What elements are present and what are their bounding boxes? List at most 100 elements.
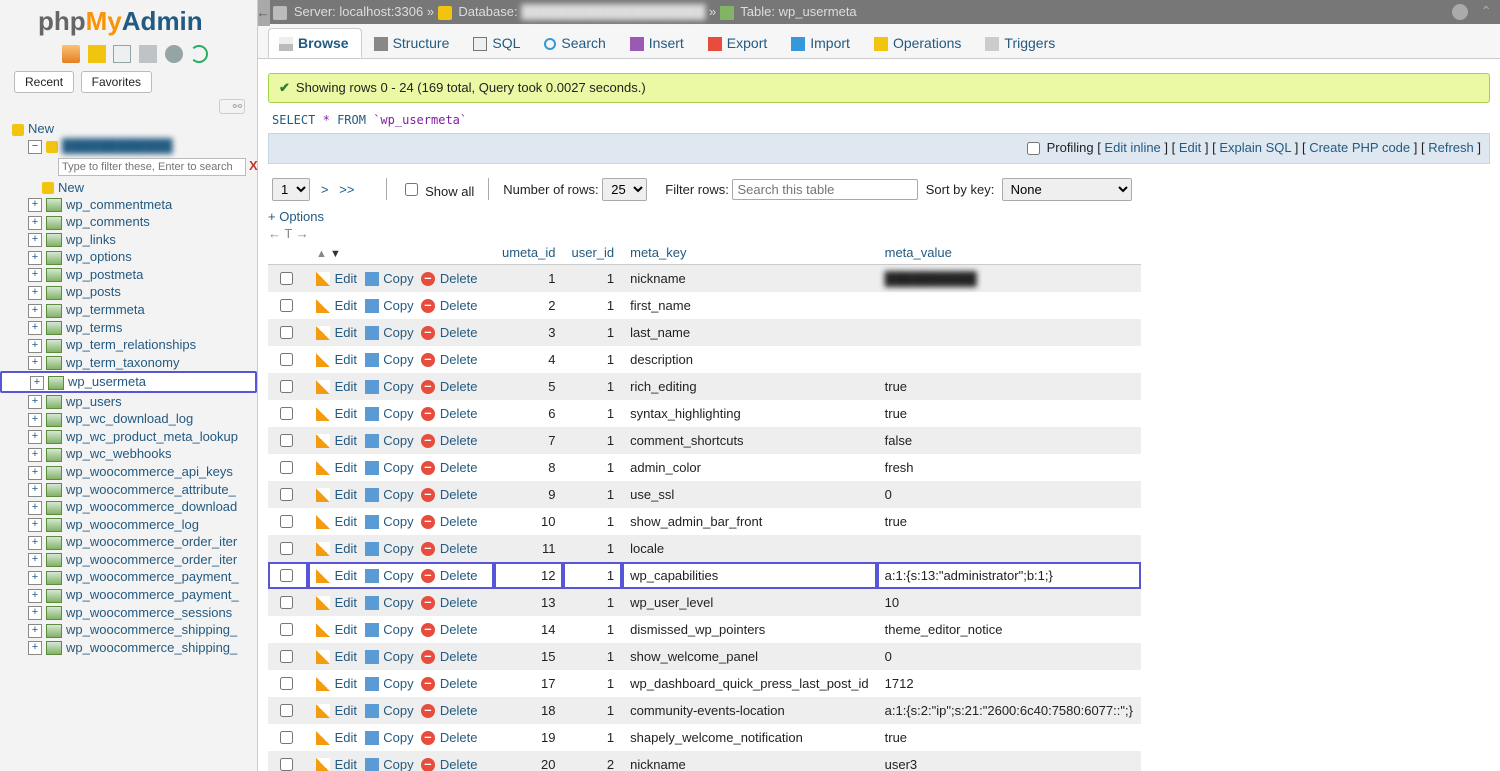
tree-table-wp_wc_product_meta_lookup[interactable]: +wp_wc_product_meta_lookup [0,428,257,446]
row-checkbox[interactable] [280,299,293,312]
tree-table-wp_users[interactable]: +wp_users [0,393,257,411]
sql-icon[interactable] [88,45,106,63]
col-umeta_id[interactable]: umeta_id [494,241,563,265]
delete-link[interactable]: Delete [421,757,477,771]
tree-table-wp_woocommerce_payment_[interactable]: +wp_woocommerce_payment_ [0,568,257,586]
expand-icon[interactable]: + [28,553,42,567]
row-checkbox[interactable] [280,623,293,636]
expand-icon[interactable]: + [28,430,42,444]
row-checkbox[interactable] [280,650,293,663]
copy-link[interactable]: Copy [365,379,414,394]
row-checkbox[interactable] [280,380,293,393]
sort-key-select[interactable]: None [1002,178,1132,201]
row-checkbox[interactable] [280,731,293,744]
expand-icon[interactable]: + [28,536,42,550]
expand-icon[interactable]: + [30,376,44,390]
row-checkbox[interactable] [280,542,293,555]
edit-link[interactable]: Edit [316,757,357,771]
copy-link[interactable]: Copy [365,622,414,637]
delete-link[interactable]: Delete [421,271,477,286]
clear-filter-icon[interactable]: X [249,158,258,173]
tree-table-wp_terms[interactable]: +wp_terms [0,319,257,337]
expand-icon[interactable]: + [28,395,42,409]
copy-link[interactable]: Copy [365,730,414,745]
expand-icon[interactable]: + [28,571,42,585]
tab-insert[interactable]: Insert [620,29,696,57]
copy-link[interactable]: Copy [365,298,414,313]
delete-link[interactable]: Delete [421,325,477,340]
expand-icon[interactable]: + [28,251,42,265]
expand-icon[interactable]: + [28,321,42,335]
expand-icon[interactable]: + [28,413,42,427]
tree-table-wp_posts[interactable]: +wp_posts [0,283,257,301]
edit-link[interactable]: Edit [316,325,357,340]
tree-table-wp_term_relationships[interactable]: +wp_term_relationships [0,336,257,354]
tree-new-server[interactable]: New [0,120,257,137]
profile-edit[interactable]: Edit [1179,140,1201,155]
edit-link[interactable]: Edit [316,541,357,556]
tree-table-wp_woocommerce_log[interactable]: +wp_woocommerce_log [0,516,257,534]
edit-link[interactable]: Edit [316,460,357,475]
tree-database[interactable]: −████████████ [0,137,257,155]
profile-refresh[interactable]: Refresh [1428,140,1474,155]
show-all-checkbox[interactable]: Show all [401,180,474,199]
delete-link[interactable]: Delete [421,730,477,745]
tree-table-wp_woocommerce_order_iter[interactable]: +wp_woocommerce_order_iter [0,551,257,569]
copy-link[interactable]: Copy [365,433,414,448]
copy-link[interactable]: Copy [365,514,414,529]
copy-link[interactable]: Copy [365,541,414,556]
expand-icon[interactable]: + [28,216,42,230]
expand-icon[interactable]: + [28,641,42,655]
expand-icon[interactable]: + [28,286,42,300]
col-meta_key[interactable]: meta_key [622,241,877,265]
tree-table-wp_woocommerce_sessions[interactable]: +wp_woocommerce_sessions [0,604,257,622]
expand-icon[interactable]: + [28,198,42,212]
tree-table-wp_postmeta[interactable]: +wp_postmeta [0,266,257,284]
copy-link[interactable]: Copy [365,595,414,610]
edit-link[interactable]: Edit [316,649,357,664]
tree-table-wp_woocommerce_payment_[interactable]: +wp_woocommerce_payment_ [0,586,257,604]
last-page[interactable]: >> [339,182,354,197]
delete-link[interactable]: Delete [421,298,477,313]
home-icon[interactable] [62,45,80,63]
delete-link[interactable]: Delete [421,595,477,610]
reload-icon[interactable] [190,45,208,63]
col-meta_value[interactable]: meta_value [877,241,1141,265]
edit-link[interactable]: Edit [316,676,357,691]
copy-link[interactable]: Copy [365,703,414,718]
tree-table-wp_wc_download_log[interactable]: +wp_wc_download_log [0,410,257,428]
profile-explain-sql[interactable]: Explain SQL [1219,140,1291,155]
tab-triggers[interactable]: Triggers [975,29,1067,57]
row-checkbox[interactable] [280,434,293,447]
delete-link[interactable]: Delete [421,703,477,718]
page-select[interactable]: 1 [272,178,310,201]
edit-link[interactable]: Edit [316,730,357,745]
numrows-select[interactable]: 25 [602,178,647,201]
copy-link[interactable]: Copy [365,352,414,367]
recent-tab[interactable]: Recent [14,71,74,93]
expand-icon[interactable]: + [28,518,42,532]
copy-link[interactable]: Copy [365,460,414,475]
profile-edit-inline[interactable]: Edit inline [1104,140,1160,155]
delete-link[interactable]: Delete [421,352,477,367]
copy-link[interactable]: Copy [365,406,414,421]
tree-table-wp_options[interactable]: +wp_options [0,248,257,266]
tree-table-wp_woocommerce_attribute_[interactable]: +wp_woocommerce_attribute_ [0,481,257,499]
collapse-top-icon[interactable]: ⌃ [1480,3,1492,20]
delete-link[interactable]: Delete [421,406,477,421]
profile-create-php-code[interactable]: Create PHP code [1309,140,1410,155]
row-checkbox[interactable] [280,569,293,582]
copy-link[interactable]: Copy [365,676,414,691]
tab-sql[interactable]: SQL [463,29,532,57]
expand-icon[interactable]: + [28,448,42,462]
tab-browse[interactable]: Browse [268,28,362,58]
row-checkbox[interactable] [280,407,293,420]
expand-icon[interactable]: + [28,501,42,515]
edit-link[interactable]: Edit [316,568,357,583]
copy-link[interactable]: Copy [365,271,414,286]
edit-link[interactable]: Edit [316,622,357,637]
delete-link[interactable]: Delete [421,433,477,448]
doc-icon[interactable] [113,45,131,63]
delete-link[interactable]: Delete [421,568,477,583]
expand-icon[interactable]: + [28,233,42,247]
